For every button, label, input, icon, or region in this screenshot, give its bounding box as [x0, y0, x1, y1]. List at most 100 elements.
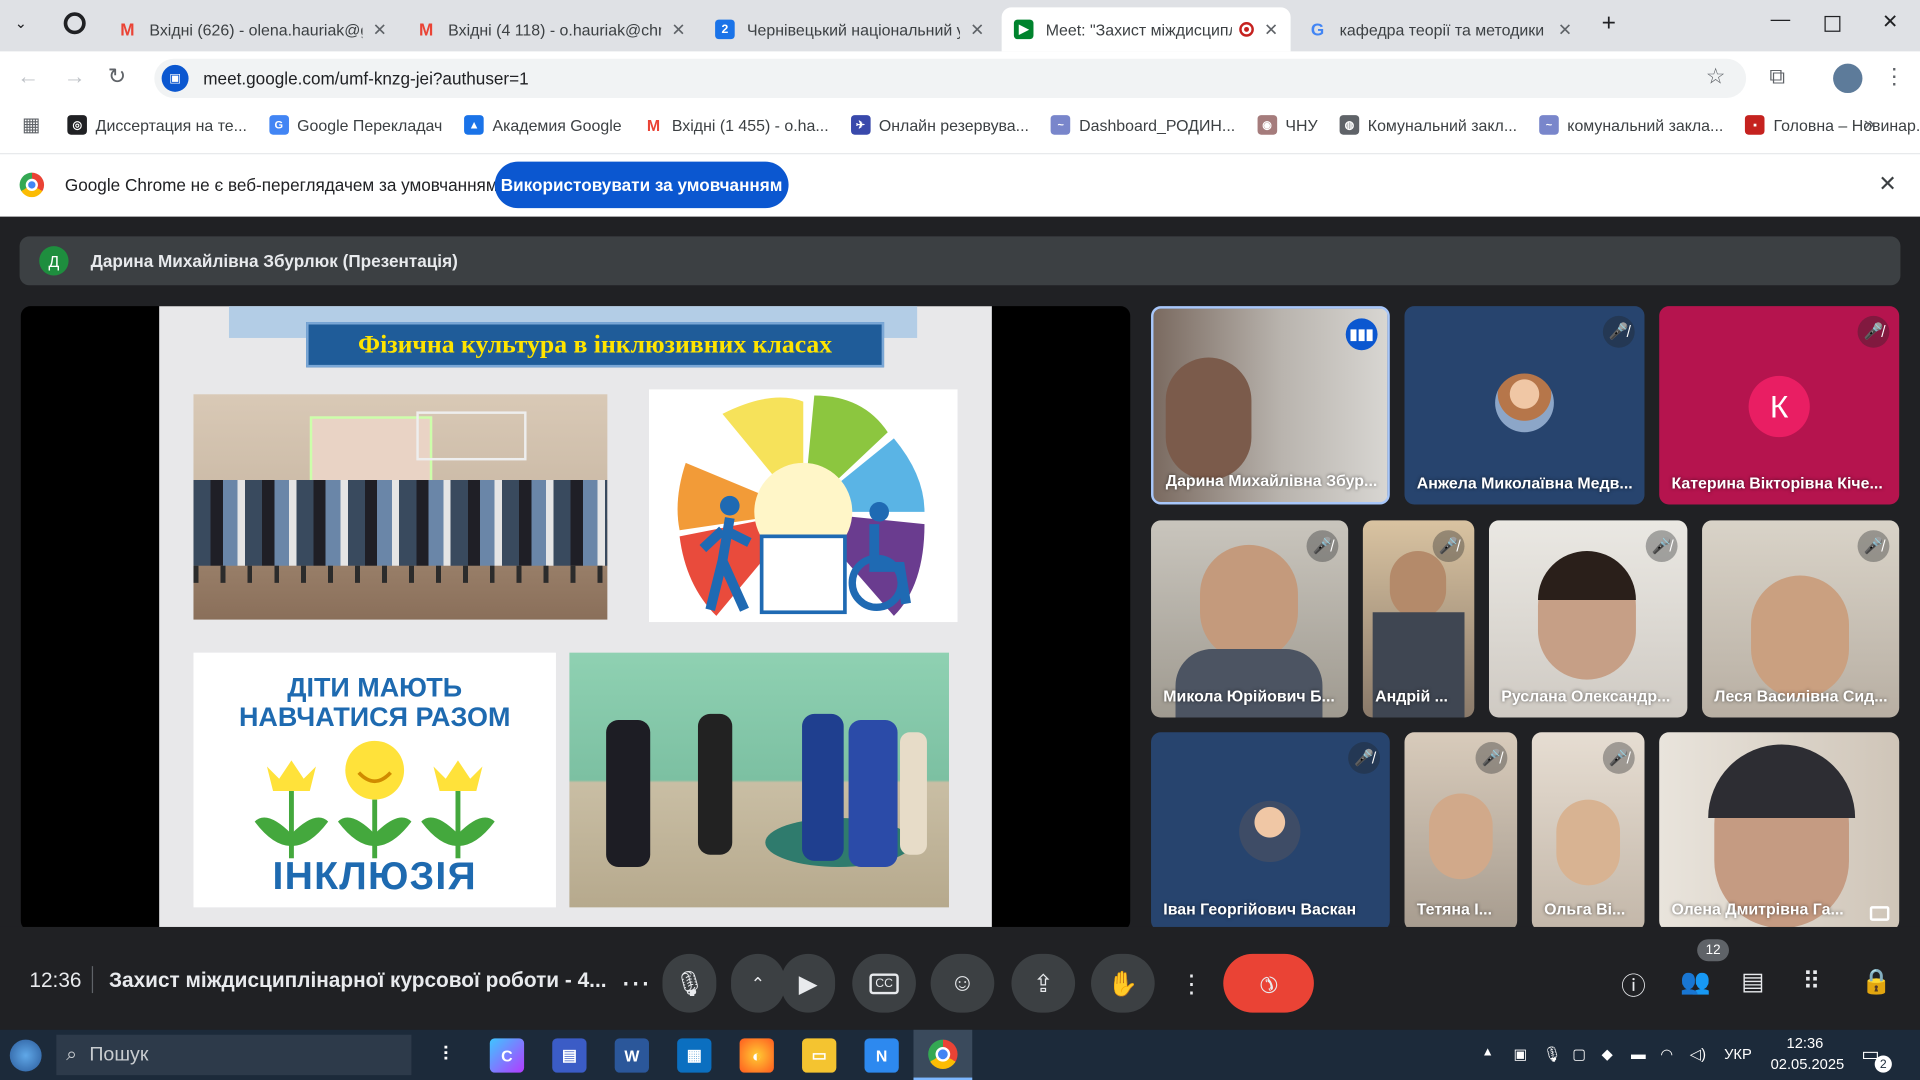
more-bookmarks-icon[interactable]: »	[1864, 114, 1875, 136]
tab-google[interactable]: G кафедра теорії та методики ф ✕	[1296, 7, 1585, 51]
activities-grid-icon[interactable]: ⠿	[1802, 966, 1820, 997]
task-view-icon[interactable]: ⫶	[429, 1038, 463, 1072]
tab-gmail-1[interactable]: M Вхідні (626) - olena.hauriak@gm ✕	[105, 7, 399, 51]
host-controls-lock-icon[interactable]: 🔒	[1861, 966, 1891, 997]
bookmark-item[interactable]: ✈ Онлайн резервува...	[850, 115, 1029, 135]
microphone-icon: 🎙	[673, 970, 705, 998]
profile-avatar[interactable]	[1833, 63, 1863, 94]
participant-tile[interactable]: ▮▮▮ Дарина Михайлівна Збур...	[1151, 306, 1390, 505]
language-indicator[interactable]: УКР	[1724, 1046, 1752, 1063]
more-options-left-icon[interactable]: ⋯	[609, 954, 663, 1013]
pip-icon[interactable]	[1869, 906, 1890, 921]
close-infobar-icon[interactable]: ✕	[1878, 171, 1896, 197]
set-default-button[interactable]: Використовувати за умовчанням	[494, 161, 789, 209]
extensions-icon[interactable]: ⧉	[1769, 64, 1785, 90]
bookmark-item[interactable]: ◎ Диссертация на те...	[67, 115, 247, 135]
chnu-icon: ◉	[1257, 115, 1277, 135]
reactions-button[interactable]: ☺	[930, 953, 995, 1013]
tab-meet[interactable]: ▶ Meet: "Захист міждисциплі ✕	[1001, 7, 1291, 52]
chat-icon[interactable]: ▤	[1741, 966, 1764, 997]
close-tab-icon[interactable]: ✕	[671, 19, 685, 40]
start-button[interactable]	[9, 1039, 42, 1072]
screen-tray-icon[interactable]: ▢	[1572, 1046, 1586, 1063]
close-tab-icon[interactable]: ✕	[1264, 19, 1278, 40]
bookmark-star-icon[interactable]: ☆	[1706, 64, 1726, 90]
participant-tile[interactable]: 🎤̸ Ольга Ві...	[1531, 732, 1645, 931]
bookmark-item[interactable]: ◉ ЧНУ	[1257, 115, 1318, 135]
participant-tile[interactable]: 🎤̸ Тетяна І...	[1404, 732, 1518, 931]
wifi-icon[interactable]: ◠	[1660, 1046, 1673, 1063]
tray-overflow-icon[interactable]: ▲	[1482, 1046, 1494, 1059]
chrome-taskbar-item[interactable]	[913, 1029, 973, 1080]
close-tab-icon[interactable]: ✕	[970, 19, 984, 40]
participant-tile[interactable]: 🎤̸ Микола Юрійович Б...	[1151, 520, 1349, 718]
leave-call-button[interactable]: ✆	[1223, 953, 1314, 1013]
apps-grid-icon[interactable]: ▦	[22, 113, 41, 137]
video-options-button[interactable]: ⌃	[731, 953, 785, 1013]
bookmark-item[interactable]: M Вхідні (1 455) - o.ha...	[644, 115, 829, 135]
tab-university[interactable]: 2 Чернівецький національний у ✕	[703, 7, 997, 51]
more-vert-icon: ⋮	[1179, 970, 1204, 998]
mic-off-icon: 🎤̸	[1645, 530, 1678, 563]
microphone-button[interactable]: 🎙	[662, 953, 717, 1013]
meet-icon: ▶	[1013, 19, 1034, 40]
presentation-slide: Фізична культура в інклюзивних класах ДІ…	[159, 306, 992, 931]
participant-tile[interactable]: 🎤̸ Анжела Миколаївна Медв...	[1404, 306, 1645, 505]
slide-photo-gym	[193, 394, 608, 620]
participant-tile[interactable]: 🎤̸ Андрій ...	[1362, 520, 1475, 718]
firefox-icon[interactable]: ◐	[739, 1038, 774, 1073]
tab-gmail-2[interactable]: M Вхідні (4 118) - o.hauriak@chnu ✕	[404, 7, 698, 51]
site-info-icon[interactable]: ▣	[161, 64, 189, 92]
menu-dots-icon[interactable]: ⋮	[1883, 64, 1905, 90]
bookmark-item[interactable]: ▲ Академия Google	[464, 115, 622, 135]
windows-taskbar: ⌕ Пошук ⫶ C ▤ W ▦ ◐ ▭ N ▲ ▣ 🎙 ▢ ◆ ▬ ◠ ◁)…	[0, 1029, 1920, 1080]
tab-search-icon[interactable]: ⌄	[15, 15, 27, 32]
battery-icon[interactable]: ▬	[1631, 1046, 1646, 1063]
present-button[interactable]: ⇪	[1011, 953, 1076, 1013]
presenter-label: Дарина Михайлівна Збурлюк (Презентація)	[90, 251, 458, 271]
participant-tile[interactable]: 🎤̸ Леся Василівна Сид...	[1702, 520, 1900, 718]
raise-hand-button[interactable]: ✋	[1091, 953, 1155, 1013]
bookmark-item[interactable]: ▪ Головна – Новинар...	[1745, 115, 1920, 135]
participant-tile[interactable]: К 🎤̸ Катерина Вікторівна Кіче...	[1659, 306, 1900, 505]
emoji-icon: ☺	[949, 969, 975, 997]
mic-off-icon: 🎤̸	[1602, 742, 1635, 774]
restore-icon[interactable]	[1824, 15, 1841, 32]
taskbar-search[interactable]: ⌕ Пошук	[56, 1034, 412, 1076]
camera-tray-icon[interactable]: ▣	[1513, 1046, 1527, 1063]
store-icon[interactable]: ▦	[677, 1038, 712, 1073]
volume-icon[interactable]: ◁)	[1690, 1046, 1706, 1063]
participant-tile[interactable]: 🎤̸ Іван Георгійович Васкан	[1151, 732, 1390, 931]
bookmark-item[interactable]: ~ комунальний закла...	[1539, 115, 1723, 135]
mic-tray-icon[interactable]: 🎙	[1543, 1046, 1562, 1063]
forward-icon[interactable]: →	[64, 64, 86, 90]
close-tab-icon[interactable]: ✕	[373, 19, 387, 40]
meeting-info-icon[interactable]: ⓘ	[1621, 966, 1645, 1002]
window-close-icon[interactable]: ✕	[1882, 10, 1898, 34]
reload-icon[interactable]: ↻	[108, 64, 126, 90]
globe-icon: ◍	[1339, 115, 1360, 135]
camera-icon: ▶	[798, 970, 818, 998]
participant-tile[interactable]: Олена Дмитрівна Га...	[1659, 732, 1900, 931]
chatgpt-tab-icon[interactable]	[63, 12, 86, 35]
app-n-icon[interactable]: N	[864, 1038, 899, 1073]
participant-tile[interactable]: 🎤̸ Руслана Олександр...	[1488, 520, 1688, 718]
more-options-button[interactable]: ⋮	[1169, 954, 1213, 1013]
captions-button[interactable]: CC	[852, 953, 916, 1013]
bookmark-item[interactable]: ◍ Комунальний закл...	[1339, 115, 1517, 135]
camera-button[interactable]: ▶	[781, 953, 836, 1013]
word-icon[interactable]: W	[614, 1038, 649, 1073]
people-icon[interactable]: 👥	[1680, 966, 1710, 997]
app-icon[interactable]: ▤	[552, 1038, 587, 1073]
minimize-icon[interactable]: —	[1771, 10, 1791, 32]
address-bar[interactable]: ▣ meet.google.com/umf-knzg-jei?authuser=…	[154, 58, 1747, 98]
close-tab-icon[interactable]: ✕	[1558, 19, 1572, 40]
new-tab-icon[interactable]: +	[1602, 10, 1616, 38]
back-icon[interactable]: ←	[17, 64, 39, 90]
shield-icon[interactable]: ◆	[1602, 1046, 1613, 1063]
bookmark-item[interactable]: G Google Перекладач	[268, 115, 442, 135]
file-explorer-icon[interactable]: ▭	[802, 1038, 837, 1073]
copilot-icon[interactable]: C	[489, 1038, 525, 1073]
bookmark-item[interactable]: ~ Dashboard_РОДИН...	[1050, 115, 1235, 135]
taskbar-clock[interactable]: 12:36 02.05.2025	[1771, 1033, 1845, 1075]
